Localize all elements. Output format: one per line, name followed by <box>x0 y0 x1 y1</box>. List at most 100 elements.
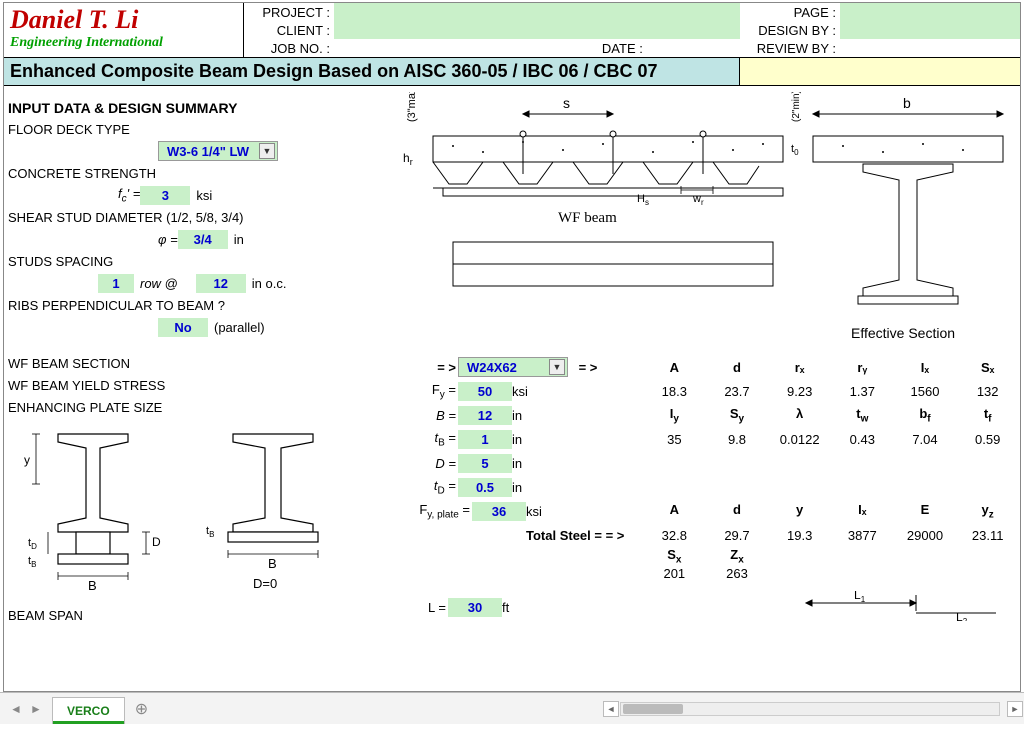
wf-section-dropdown[interactable]: W24X62 ▼ <box>458 357 568 377</box>
stud-spc-input[interactable]: 12 <box>196 274 246 293</box>
scroll-right-button[interactable]: ► <box>1007 701 1023 717</box>
plate2-tB-label: tB <box>206 525 214 539</box>
composite-diagram: s WF beam hr (3"max) Hs wr <box>390 92 1016 352</box>
stud-dia-label: SHEAR STUD DIAMETER (1/2, 5/8, 3/4) <box>8 210 244 225</box>
props1-values: 18.323.79.23 1.371560132 <box>646 384 1016 399</box>
plate-tD-label: tD <box>28 537 37 551</box>
total-steel-label: Total Steel = = > <box>526 528 566 543</box>
B-input[interactable]: 12 <box>458 406 512 425</box>
fc-unit: ksi <box>190 188 212 203</box>
ribs-input[interactable]: No <box>158 318 208 337</box>
beam-props-area: = > W24X62 ▼ = > A d rₓ rᵧ Iₓ Sₓ <box>390 355 1016 624</box>
jobno-label: JOB NO. : <box>244 41 334 56</box>
hr-label: hr <box>403 151 413 167</box>
floor-deck-dropdown[interactable]: W3-6 1/4" LW ▼ <box>158 141 278 161</box>
title-right-pad <box>740 58 1020 85</box>
conc-strength-label: CONCRETE STRENGTH <box>8 166 156 181</box>
stud-spacing-label: STUDS SPACING <box>8 254 113 269</box>
date-label: DATE : <box>567 41 647 56</box>
D-symbol: D = <box>400 456 458 471</box>
ribs-label: RIBS PERPENDICULAR TO BEAM ? <box>8 298 225 313</box>
page-field[interactable] <box>840 3 1020 21</box>
sheet-tab-active[interactable]: VERCO <box>52 697 125 724</box>
client-label: CLIENT : <box>244 23 334 38</box>
stud-row-label: row @ <box>134 276 178 291</box>
beam-span-label: BEAM SPAN <box>8 608 83 623</box>
hr-note: (3"max) <box>406 92 418 122</box>
plate-y-label: y <box>24 453 30 467</box>
reviewby-label: REVIEW BY : <box>740 41 840 56</box>
plate2-B-label: B <box>268 556 277 571</box>
totals2-values: 201263 <box>646 566 1016 581</box>
horizontal-scrollbar: ◄ ► <box>158 693 1024 724</box>
plate-diagrams: y D tD tB <box>18 424 390 604</box>
phi-symbol: φ = <box>158 232 178 247</box>
fyp-input[interactable]: 36 <box>472 502 526 521</box>
tB-input[interactable]: 1 <box>458 430 512 449</box>
L-input[interactable]: 30 <box>448 598 502 617</box>
header-right: PAGE : DESIGN BY : REVIEW BY : <box>740 3 1020 57</box>
props2-header: Iy Sy λ tw bf tf <box>646 406 1016 425</box>
L2-label: L2 <box>956 610 968 621</box>
left-column: INPUT DATA & DESIGN SUMMARY FLOOR DECK T… <box>8 92 390 626</box>
tB-unit: in <box>512 432 552 447</box>
right-column: s WF beam hr (3"max) Hs wr <box>390 92 1016 626</box>
span-diagram: L1 L2 <box>796 591 1016 621</box>
project-label: PROJECT : <box>244 5 334 20</box>
plate-size-label: ENHANCING PLATE SIZE <box>8 400 162 415</box>
header-block: Daniel T. Li Engineering International P… <box>4 3 1020 58</box>
brand-name: Daniel T. Li <box>10 7 237 33</box>
reviewby-field[interactable] <box>840 39 1020 57</box>
fy-unit: ksi <box>512 384 552 399</box>
arrow-to-props: = > <box>568 360 608 375</box>
stud-row-input[interactable]: 1 <box>98 274 134 293</box>
tab-prev-icon[interactable]: ◄ <box>7 700 25 718</box>
fc-symbol: fc' = <box>118 186 140 205</box>
floor-deck-value: W3-6 1/4" LW <box>167 144 249 159</box>
tB-symbol: tB = <box>400 430 458 449</box>
scroll-thumb[interactable] <box>623 704 683 714</box>
client-field[interactable] <box>334 21 740 39</box>
phi-input[interactable]: 3/4 <box>178 230 228 249</box>
body-area: INPUT DATA & DESIGN SUMMARY FLOOR DECK T… <box>4 86 1020 632</box>
add-sheet-button[interactable]: ⊕ <box>125 693 158 724</box>
jobno-field[interactable] <box>334 39 567 57</box>
plate2-D0-label: D=0 <box>253 576 277 591</box>
totals-values: 32.829.7 19.3 38772900023.11 <box>646 528 1016 543</box>
arrow-to-section: = > <box>400 360 458 375</box>
fc-input[interactable]: 3 <box>140 186 190 205</box>
date-field[interactable] <box>647 39 740 57</box>
wf-section-label: WF BEAM SECTION <box>8 356 130 371</box>
totals2-header: Sx Zx <box>646 547 1016 566</box>
chevron-down-icon: ▼ <box>259 143 275 159</box>
plate-B-label: B <box>88 578 97 593</box>
t0-note: (2"min) <box>791 92 802 122</box>
props2-values: 359.80.0122 0.437.040.59 <box>646 432 1016 447</box>
totals-header: A d y Iₓ E yz <box>646 502 1016 521</box>
project-field[interactable] <box>334 3 740 21</box>
scroll-left-button[interactable]: ◄ <box>603 701 619 717</box>
tab-next-icon[interactable]: ► <box>27 700 45 718</box>
stud-spc-unit: in o.c. <box>246 276 287 291</box>
wf-yield-label: WF BEAM YIELD STRESS <box>8 378 165 393</box>
B-symbol: B = <box>400 408 458 423</box>
D-input[interactable]: 5 <box>458 454 512 473</box>
fy-input[interactable]: 50 <box>458 382 512 401</box>
designby-field[interactable] <box>840 21 1020 39</box>
designby-label: DESIGN BY : <box>740 23 840 38</box>
t0-label: t0 <box>791 143 799 157</box>
L1-label: L1 <box>854 591 866 604</box>
ribs-paren: (parallel) <box>208 320 265 335</box>
scroll-track[interactable] <box>620 702 1000 716</box>
brand-subtitle: Engineering International <box>10 35 237 51</box>
tD-input[interactable]: 0.5 <box>458 478 512 497</box>
tD-unit: in <box>512 480 552 495</box>
floor-deck-label: FLOOR DECK TYPE <box>8 122 130 137</box>
D-unit: in <box>512 456 552 471</box>
header-middle: PROJECT : CLIENT : JOB NO. : DATE : <box>244 3 740 57</box>
phi-unit: in <box>228 232 244 247</box>
L-unit: ft <box>502 600 542 615</box>
fyp-symbol: Fy, plate = <box>400 502 472 521</box>
page-label: PAGE : <box>740 5 840 20</box>
props1-header: A d rₓ rᵧ Iₓ Sₓ <box>646 360 1016 375</box>
